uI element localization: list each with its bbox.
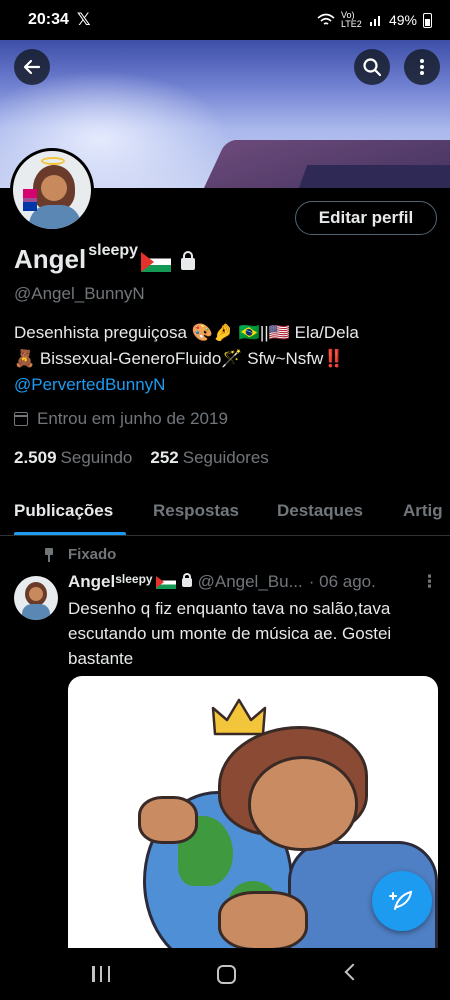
crown-drawing bbox=[211, 698, 267, 736]
post-author[interactable]: Angelsleepy bbox=[68, 572, 153, 592]
calendar-icon bbox=[14, 412, 28, 426]
compose-feather-icon bbox=[389, 890, 413, 910]
profile-stats: 2.509 Seguindo 252 Seguidores bbox=[14, 448, 269, 468]
battery-icon bbox=[423, 12, 432, 28]
recent-apps-icon[interactable] bbox=[92, 966, 110, 982]
post-header: Angelsleepy @Angel_Bu... · 06 ago. ⋮ bbox=[68, 572, 438, 592]
followers-label: Seguidores bbox=[182, 448, 269, 467]
lock-icon bbox=[181, 251, 196, 270]
tab-respostas[interactable]: Respostas bbox=[153, 501, 239, 521]
display-name-sup: sleepy bbox=[88, 242, 139, 259]
post-text: Desenho q fiz enquanto tava no salão,tav… bbox=[68, 599, 392, 668]
pin-icon bbox=[44, 547, 54, 562]
status-time: 20:34 bbox=[28, 11, 69, 28]
compose-button[interactable] bbox=[372, 871, 432, 931]
tab-destaques[interactable]: Destaques bbox=[277, 501, 363, 521]
nav-back-icon[interactable] bbox=[344, 963, 362, 981]
tab-active-indicator bbox=[14, 532, 126, 535]
profile-bio: Desenhista preguiçosa 🎨🤌 🇧🇷||🇺🇸 Ela/Dela… bbox=[14, 320, 434, 398]
back-button[interactable] bbox=[14, 49, 50, 85]
lock-icon bbox=[181, 573, 192, 587]
post-author-sup: sleepy bbox=[115, 572, 153, 586]
bio-line-1: Desenhista preguiçosa 🎨🤌 🇧🇷||🇺🇸 Ela/Dela bbox=[14, 323, 359, 342]
following-link[interactable]: 2.509 Seguindo bbox=[14, 448, 132, 468]
profile-handle: @Angel_BunnyN bbox=[14, 284, 145, 303]
back-arrow-icon bbox=[23, 59, 41, 75]
post-date: · 06 ago. bbox=[308, 572, 376, 591]
following-label: Seguindo bbox=[60, 448, 133, 467]
x-logo-icon: 𝕏 bbox=[76, 10, 91, 29]
network-label: Vo) LTE2 bbox=[340, 10, 362, 29]
profile-tabs: Publicações Respostas Destaques Artig bbox=[0, 492, 450, 536]
joined-date: Entrou em junho de 2019 bbox=[14, 409, 228, 429]
post-handle: @Angel_Bu... bbox=[197, 572, 303, 591]
palestine-flag-icon bbox=[141, 252, 172, 272]
followers-count: 252 bbox=[150, 448, 179, 467]
search-icon bbox=[363, 58, 382, 77]
post-menu-icon[interactable]: ⋮ bbox=[421, 572, 438, 592]
joined-text: Entrou em junho de 2019 bbox=[37, 409, 228, 428]
more-vertical-icon bbox=[420, 59, 424, 75]
search-button[interactable] bbox=[354, 49, 390, 85]
post-author-name: Angel bbox=[68, 572, 116, 591]
battery-percent: 49% bbox=[388, 12, 417, 28]
bio-link[interactable]: @PervertedBunnyN bbox=[14, 372, 434, 398]
signal-icon bbox=[369, 16, 380, 26]
status-bar: 20:34 𝕏 Vo) LTE2 49% bbox=[0, 0, 450, 40]
following-count: 2.509 bbox=[14, 448, 57, 467]
tab-publicacoes[interactable]: Publicações bbox=[14, 501, 113, 521]
bio-line-2: 🧸 Bissexual-GeneroFluido🪄 Sfw~Nsfw‼️ bbox=[14, 349, 345, 368]
palestine-flag-icon bbox=[155, 576, 176, 589]
edit-profile-button[interactable]: Editar perfil bbox=[295, 201, 437, 235]
tab-artigos[interactable]: Artig bbox=[403, 501, 443, 521]
pinned-label: Fixado bbox=[68, 546, 117, 563]
followers-link[interactable]: 252 Seguidores bbox=[150, 448, 268, 468]
profile-avatar[interactable] bbox=[10, 148, 94, 232]
pinned-indicator: Fixado bbox=[44, 546, 116, 563]
profile-name: Angel sleepy bbox=[14, 242, 196, 275]
wifi-icon bbox=[317, 13, 335, 25]
status-right: Vo) LTE2 49% bbox=[317, 11, 432, 29]
more-button[interactable] bbox=[404, 49, 440, 85]
display-name: Angel bbox=[14, 244, 87, 274]
system-nav-bar bbox=[0, 948, 450, 1000]
home-icon[interactable] bbox=[217, 965, 236, 984]
post-avatar[interactable] bbox=[14, 576, 58, 620]
